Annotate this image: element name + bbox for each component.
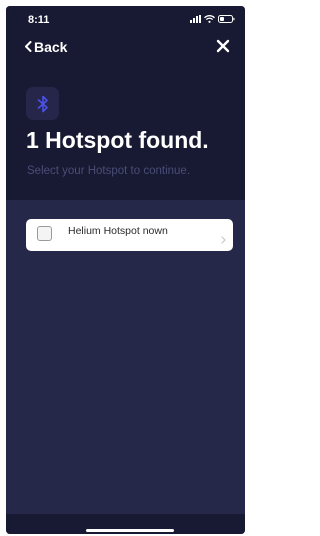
hotspot-checkbox[interactable] bbox=[37, 226, 52, 241]
status-time: 8:11 bbox=[28, 14, 50, 26]
back-button[interactable]: Back bbox=[24, 39, 67, 55]
bluetooth-badge bbox=[26, 87, 59, 120]
cellular-signal-icon bbox=[190, 15, 201, 23]
battery-icon bbox=[218, 15, 235, 23]
wifi-icon bbox=[204, 15, 215, 23]
bluetooth-icon bbox=[37, 95, 48, 112]
home-indicator[interactable] bbox=[86, 529, 174, 532]
status-icons bbox=[190, 15, 235, 23]
app-screen: 8:11 Back 1 Hotspot found. Select your H… bbox=[6, 6, 245, 534]
close-button[interactable] bbox=[215, 38, 231, 54]
page-subtitle: Select your Hotspot to continue. bbox=[27, 165, 191, 177]
hotspot-name: Helium Hotspot nown bbox=[68, 225, 168, 237]
back-button-label: Back bbox=[34, 39, 68, 55]
chevron-left-icon bbox=[24, 39, 32, 55]
hotspot-list-item[interactable]: Helium Hotspot nown bbox=[26, 219, 233, 251]
page-title: 1 Hotspot found. bbox=[26, 127, 209, 153]
close-icon bbox=[216, 39, 230, 53]
chevron-right-icon bbox=[221, 231, 226, 249]
